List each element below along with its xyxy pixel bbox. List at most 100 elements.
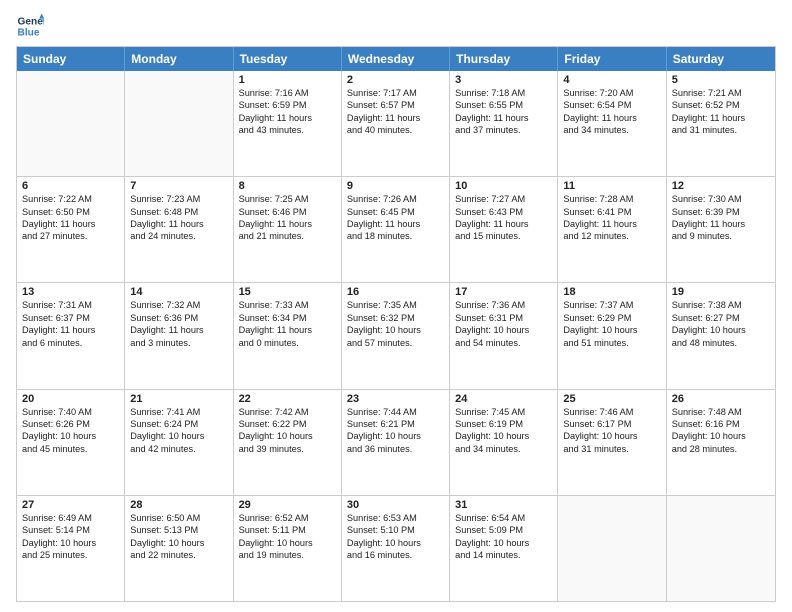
header-day-tuesday: Tuesday [234,47,342,71]
cell-info-line: Sunset: 6:27 PM [672,312,770,324]
cell-info-line: Sunrise: 7:22 AM [22,193,119,205]
day-number: 8 [239,180,336,192]
cell-info-line: and 21 minutes. [239,230,336,242]
day-number: 28 [130,499,227,511]
cell-info-line: Sunrise: 6:52 AM [239,512,336,524]
calendar-week-2: 6Sunrise: 7:22 AMSunset: 6:50 PMDaylight… [17,176,775,282]
cell-info-line: and 37 minutes. [455,124,552,136]
day-cell-9: 9Sunrise: 7:26 AMSunset: 6:45 PMDaylight… [342,177,450,282]
day-cell-11: 11Sunrise: 7:28 AMSunset: 6:41 PMDayligh… [558,177,666,282]
cell-info-line: Daylight: 11 hours [563,218,660,230]
calendar-week-5: 27Sunrise: 6:49 AMSunset: 5:14 PMDayligh… [17,495,775,601]
cell-info-line: Daylight: 11 hours [455,112,552,124]
day-number: 13 [22,286,119,298]
cell-info-line: Daylight: 11 hours [347,112,444,124]
cell-info-line: Daylight: 10 hours [455,430,552,442]
day-cell-30: 30Sunrise: 6:53 AMSunset: 5:10 PMDayligh… [342,496,450,601]
cell-info-line: Sunset: 6:52 PM [672,99,770,111]
cell-info-line: Sunset: 6:57 PM [347,99,444,111]
calendar-week-1: 1Sunrise: 7:16 AMSunset: 6:59 PMDaylight… [17,71,775,176]
cell-info-line: Sunrise: 7:31 AM [22,299,119,311]
cell-info-line: and 0 minutes. [239,337,336,349]
cell-info-line: and 24 minutes. [130,230,227,242]
day-cell-6: 6Sunrise: 7:22 AMSunset: 6:50 PMDaylight… [17,177,125,282]
cell-info-line: and 31 minutes. [563,443,660,455]
day-cell-12: 12Sunrise: 7:30 AMSunset: 6:39 PMDayligh… [667,177,775,282]
cell-info-line: Sunrise: 7:40 AM [22,406,119,418]
cell-info-line: Sunrise: 7:27 AM [455,193,552,205]
day-number: 30 [347,499,444,511]
cell-info-line: Sunset: 5:10 PM [347,524,444,536]
cell-info-line: Daylight: 11 hours [22,218,119,230]
cell-info-line: Sunrise: 7:37 AM [563,299,660,311]
cell-info-line: Sunset: 6:41 PM [563,206,660,218]
cell-info-line: and 25 minutes. [22,549,119,561]
page-header: General Blue [16,12,776,40]
cell-info-line: Sunset: 6:17 PM [563,418,660,430]
cell-info-line: Sunset: 6:50 PM [22,206,119,218]
cell-info-line: Daylight: 10 hours [130,430,227,442]
cell-info-line: Sunset: 6:37 PM [22,312,119,324]
day-number: 25 [563,393,660,405]
calendar-week-4: 20Sunrise: 7:40 AMSunset: 6:26 PMDayligh… [17,389,775,495]
day-cell-13: 13Sunrise: 7:31 AMSunset: 6:37 PMDayligh… [17,283,125,388]
cell-info-line: Daylight: 11 hours [672,112,770,124]
cell-info-line: and 57 minutes. [347,337,444,349]
day-number: 4 [563,74,660,86]
day-number: 17 [455,286,552,298]
day-cell-2: 2Sunrise: 7:17 AMSunset: 6:57 PMDaylight… [342,71,450,176]
cell-info-line: Sunset: 5:13 PM [130,524,227,536]
cell-info-line: Sunrise: 7:26 AM [347,193,444,205]
calendar-week-3: 13Sunrise: 7:31 AMSunset: 6:37 PMDayligh… [17,282,775,388]
cell-info-line: Daylight: 10 hours [455,537,552,549]
cell-info-line: Sunrise: 6:50 AM [130,512,227,524]
cell-info-line: Sunrise: 7:32 AM [130,299,227,311]
cell-info-line: Sunrise: 7:48 AM [672,406,770,418]
day-number: 12 [672,180,770,192]
day-cell-21: 21Sunrise: 7:41 AMSunset: 6:24 PMDayligh… [125,390,233,495]
cell-info-line: and 18 minutes. [347,230,444,242]
cell-info-line: Sunrise: 7:20 AM [563,87,660,99]
cell-info-line: and 15 minutes. [455,230,552,242]
cell-info-line: and 48 minutes. [672,337,770,349]
day-cell-7: 7Sunrise: 7:23 AMSunset: 6:48 PMDaylight… [125,177,233,282]
cell-info-line: Daylight: 11 hours [239,112,336,124]
cell-info-line: Sunrise: 7:45 AM [455,406,552,418]
day-cell-28: 28Sunrise: 6:50 AMSunset: 5:13 PMDayligh… [125,496,233,601]
cell-info-line: Sunrise: 6:54 AM [455,512,552,524]
cell-info-line: Daylight: 10 hours [239,537,336,549]
cell-info-line: Sunset: 6:21 PM [347,418,444,430]
day-number: 31 [455,499,552,511]
cell-info-line: Sunrise: 7:23 AM [130,193,227,205]
cell-info-line: Sunset: 6:31 PM [455,312,552,324]
cell-info-line: Sunrise: 7:25 AM [239,193,336,205]
cell-info-line: and 27 minutes. [22,230,119,242]
day-number: 22 [239,393,336,405]
cell-info-line: Daylight: 11 hours [22,324,119,336]
day-number: 14 [130,286,227,298]
day-cell-31: 31Sunrise: 6:54 AMSunset: 5:09 PMDayligh… [450,496,558,601]
calendar-body: 1Sunrise: 7:16 AMSunset: 6:59 PMDaylight… [17,71,775,601]
cell-info-line: Sunrise: 7:16 AM [239,87,336,99]
day-cell-14: 14Sunrise: 7:32 AMSunset: 6:36 PMDayligh… [125,283,233,388]
cell-info-line: Sunset: 6:32 PM [347,312,444,324]
calendar-header-row: SundayMondayTuesdayWednesdayThursdayFrid… [17,47,775,71]
day-cell-15: 15Sunrise: 7:33 AMSunset: 6:34 PMDayligh… [234,283,342,388]
day-number: 24 [455,393,552,405]
day-cell-8: 8Sunrise: 7:25 AMSunset: 6:46 PMDaylight… [234,177,342,282]
cell-info-line: Sunset: 5:11 PM [239,524,336,536]
cell-info-line: Daylight: 11 hours [130,324,227,336]
day-number: 23 [347,393,444,405]
day-number: 9 [347,180,444,192]
cell-info-line: Sunrise: 7:41 AM [130,406,227,418]
cell-info-line: and 3 minutes. [130,337,227,349]
cell-info-line: and 43 minutes. [239,124,336,136]
cell-info-line: and 14 minutes. [455,549,552,561]
cell-info-line: Sunrise: 7:44 AM [347,406,444,418]
day-cell-17: 17Sunrise: 7:36 AMSunset: 6:31 PMDayligh… [450,283,558,388]
cell-info-line: Sunrise: 7:35 AM [347,299,444,311]
cell-info-line: Daylight: 11 hours [563,112,660,124]
empty-cell [125,71,233,176]
cell-info-line: Daylight: 10 hours [672,430,770,442]
cell-info-line: Sunset: 6:43 PM [455,206,552,218]
